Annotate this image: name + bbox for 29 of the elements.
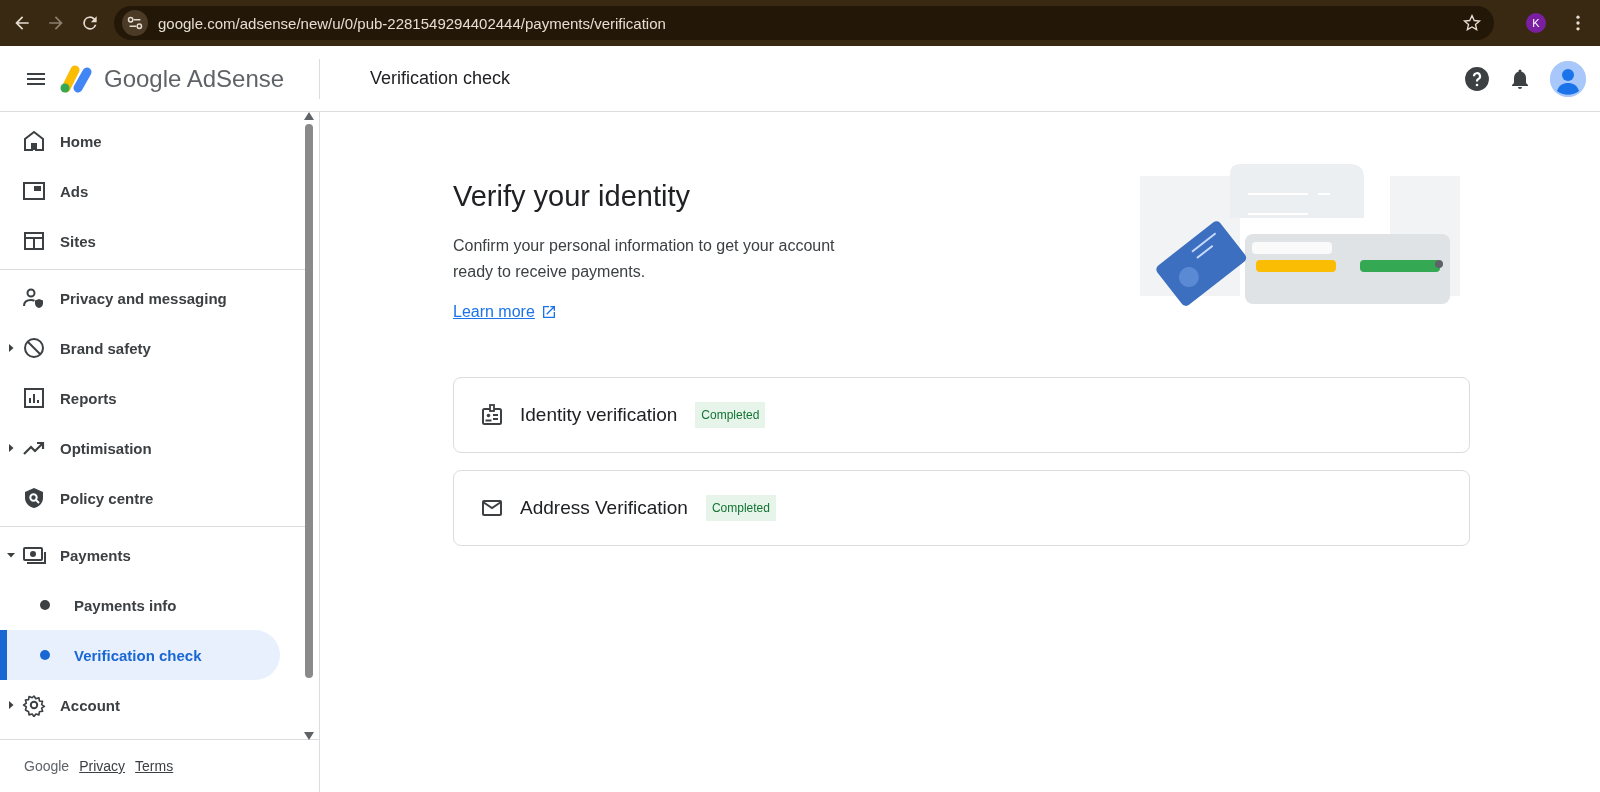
footer-brand: Google [24, 758, 70, 774]
sidebar-item[interactable]: Policy centre [0, 473, 280, 523]
sidebar-item[interactable]: Privacy and messaging [0, 273, 280, 323]
url-text: google.com/adsense/new/u/0/pub-2281549294402444/payments/verification [158, 14, 667, 32]
page-heading: Verify your identity [453, 180, 691, 213]
sidebar-item[interactable]: Reports [0, 373, 280, 423]
sidebar-item[interactable]: Account [0, 680, 280, 730]
profile-avatar[interactable]: K [1526, 13, 1546, 33]
card-title: Identity verification [520, 404, 678, 426]
verification-card[interactable]: Address Verification Completed [453, 470, 1470, 546]
status-badge: Completed [695, 402, 766, 428]
sidebar-item[interactable]: Payments [0, 530, 280, 580]
verification-card[interactable]: Identity verification Completed [453, 377, 1470, 453]
sidebar-subitem[interactable]: Payments info [0, 580, 280, 630]
sidebar-item[interactable]: Ads [0, 166, 280, 216]
page-title: Verification check [370, 68, 512, 89]
sidebar-item[interactable]: Sites [0, 216, 280, 266]
card-title: Address Verification [520, 497, 688, 519]
sidebar-item[interactable]: Brand safety [0, 323, 280, 373]
sidebar-item[interactable]: Home [0, 116, 280, 166]
description-text: Confirm your personal information to get your account ready to receive payments. [453, 236, 836, 282]
product-name: Google AdSense [104, 64, 285, 93]
sidebar-item[interactable]: Optimisation [0, 423, 280, 473]
sidebar-subitem[interactable]: Verification check [0, 630, 280, 680]
footer-link[interactable]: Terms [135, 758, 174, 774]
footer-link[interactable]: Privacy [79, 758, 126, 774]
address-bar[interactable]: google.com/adsense/new/u/0/pub-2281549294402444/payments/verification [114, 6, 1494, 40]
learn-more-link[interactable]: Learn more [453, 303, 557, 321]
status-badge: Completed [705, 495, 776, 521]
